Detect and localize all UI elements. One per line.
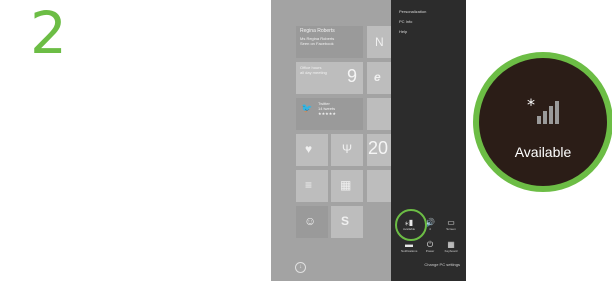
svg-text:*: * (527, 96, 535, 114)
tile-calendar-day: 9 (346, 66, 357, 86)
tile-clock-value: 20 (368, 138, 389, 158)
tile-internet-explorer[interactable]: e (367, 62, 391, 94)
skype-icon: S (341, 214, 350, 228)
tile-twitter[interactable]: 🐦 Twitter 14 tweets ★★★★★ (296, 98, 363, 130)
tile-calendar[interactable]: Office hours all day meeting 9 (296, 62, 363, 94)
power-icon: ⏻ (426, 240, 434, 249)
menu-item-pc-info[interactable]: PC Info (399, 19, 412, 24)
all-apps-arrow-icon[interactable]: ↓ (295, 262, 306, 273)
tile-clock[interactable]: 20 (367, 134, 391, 166)
fork-knife-icon: Ψ (342, 142, 353, 156)
brightness-icon: ▭ (447, 218, 455, 227)
tile-misc[interactable] (367, 170, 391, 202)
start-screen: Regina Roberts Ms Regina Roberts Seen on… (271, 0, 391, 281)
tile-photo[interactable] (367, 98, 391, 130)
qs-keyboard-label: Keyboard (444, 249, 458, 253)
change-pc-settings-link[interactable]: Change PC settings (424, 262, 460, 267)
people-photo-icon: ☺ (304, 214, 317, 228)
tile-calendar-text: Office hours all day meeting (300, 65, 327, 75)
tile-people-name: Regina Roberts (300, 28, 335, 34)
notifications-icon: ▬ (405, 240, 413, 249)
qs-keyboard[interactable]: ▦ Keyboard (443, 240, 459, 253)
step-number: 2 (30, 0, 67, 67)
qs-notifications[interactable]: ▬ Notifications (401, 240, 417, 253)
ie-icon: e (374, 70, 381, 84)
tile-reading-list[interactable]: ≡ (296, 170, 328, 202)
zoom-callout: * Available (473, 52, 612, 192)
tile-skype[interactable]: S (331, 206, 363, 238)
highlight-ring (395, 209, 427, 241)
tile-food[interactable]: Ψ (331, 134, 363, 166)
heart-icon: ♥ (305, 142, 313, 156)
zoom-callout-label: Available (514, 144, 572, 160)
qs-screen[interactable]: ▭ Screen (443, 218, 459, 231)
qs-notifications-label: Notifications (401, 249, 418, 253)
tile-health[interactable]: ♥ (296, 134, 328, 166)
tile-people-sub: Ms Regina Roberts Seen on Facebook (300, 36, 335, 46)
tile-photos[interactable]: ☺ (296, 206, 328, 238)
device-screen: Regina Roberts Ms Regina Roberts Seen on… (271, 0, 466, 281)
qs-power[interactable]: ⏻ Power (422, 240, 438, 253)
list-icon: ≡ (305, 178, 313, 192)
tile-people[interactable]: Regina Roberts Ms Regina Roberts Seen on… (296, 26, 363, 58)
tile-maps[interactable]: ▦ (331, 170, 363, 202)
map-icon: ▦ (340, 178, 352, 192)
tile-twitter-text: Twitter 14 tweets ★★★★★ (318, 101, 336, 116)
tile-onenote[interactable]: N (367, 26, 391, 58)
keyboard-icon: ▦ (447, 240, 455, 249)
onenote-icon: N (375, 35, 384, 49)
qs-screen-label: Screen (446, 227, 456, 231)
menu-item-personalization[interactable]: Personalization (399, 9, 426, 14)
qs-power-label: Power (425, 249, 435, 253)
twitter-icon: 🐦 (301, 103, 313, 113)
network-signal-icon: * (527, 96, 559, 124)
menu-item-help[interactable]: Help (399, 29, 407, 34)
